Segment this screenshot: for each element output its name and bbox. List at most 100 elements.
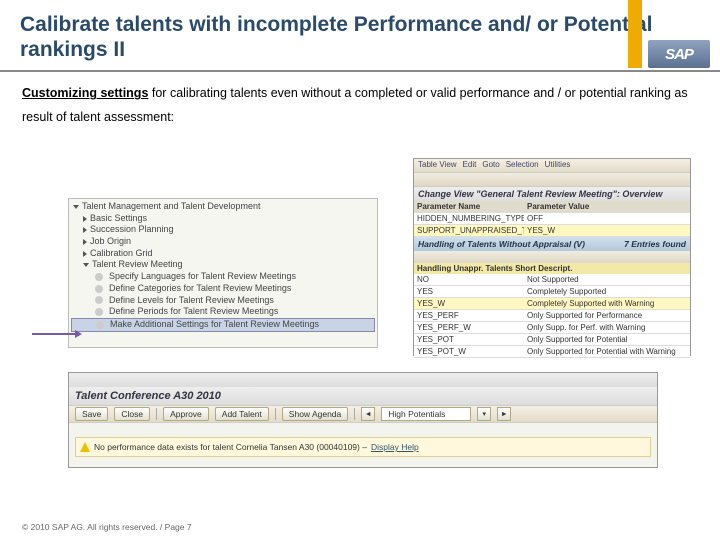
lookup-title-text: Handling of Talents Without Appraisal (V…	[418, 239, 585, 249]
tree-node[interactable]: Talent Review Meeting	[71, 259, 375, 271]
activity-icon	[96, 321, 104, 329]
slide-header: Calibrate talents with incomplete Perfor…	[0, 0, 720, 72]
grid-cell[interactable]: YES_W	[414, 298, 524, 310]
lookup-iconbar	[414, 251, 690, 263]
description-lead: Customizing settings	[22, 86, 148, 100]
tree-label: Make Additional Settings for Talent Revi…	[110, 319, 319, 331]
warning-bar: No performance data exists for talent Co…	[75, 437, 651, 457]
pointer-arrow	[32, 333, 76, 335]
grid-cell[interactable]: Completely Supported with Warning	[524, 298, 690, 310]
tree-label: Job Origin	[90, 236, 131, 248]
menu-item[interactable]: Table View	[418, 160, 457, 171]
nav-next-button[interactable]: ►	[497, 407, 511, 421]
grid-cell[interactable]: Only Supported for Performance	[524, 310, 690, 322]
grid-cell[interactable]: HIDDEN_NUMBERING_TYPE	[414, 213, 524, 225]
grid-cell[interactable]: YES_W	[524, 225, 690, 237]
toolbar-divider	[275, 408, 276, 420]
grid-cell[interactable]: NO	[414, 274, 524, 286]
grid-cell[interactable]: YES_POT	[414, 334, 524, 346]
panel-title: Change View "General Talent Review Meeti…	[414, 187, 690, 201]
tree-leaf[interactable]: Specify Languages for Talent Review Meet…	[71, 271, 375, 283]
grid-cell[interactable]: YES_PERF	[414, 310, 524, 322]
warning-text: No performance data exists for talent Co…	[94, 442, 367, 452]
collapse-icon	[83, 239, 87, 245]
lookup-grid: NONot Supported YESCompletely Supported …	[414, 274, 690, 358]
activity-icon	[95, 308, 103, 316]
grid-cell[interactable]: Only Supported for Potential with Warnin…	[524, 346, 690, 358]
tree-label: Define Periods for Talent Review Meeting…	[109, 306, 278, 318]
tree-leaf[interactable]: Define Categories for Talent Review Meet…	[71, 283, 375, 295]
dropdown-button[interactable]: ▾	[477, 407, 491, 421]
slide-body: Customizing settings for calibrating tal…	[0, 72, 720, 146]
conference-panel: Talent Conference A30 2010 Save Close Ap…	[68, 372, 658, 468]
grid-cell[interactable]: Only Supp. for Perf. with Warning	[524, 322, 690, 334]
tree-leaf[interactable]: Define Levels for Talent Review Meetings	[71, 295, 375, 307]
close-button[interactable]: Close	[114, 407, 150, 421]
brand-gold-stripe	[628, 0, 642, 68]
tree-root-label: Talent Management and Talent Development	[82, 201, 260, 213]
tree-label: Basic Settings	[90, 213, 147, 225]
tree-label: Calibration Grid	[90, 248, 153, 260]
parameter-panel: Table View Edit Goto Selection Utilities…	[413, 158, 691, 356]
lookup-banner: Handling Unappr. Talents Short Descript.	[414, 263, 690, 274]
grid-cell[interactable]: Completely Supported	[524, 286, 690, 298]
activity-icon	[95, 273, 103, 281]
lookup-title: Handling of Talents Without Appraisal (V…	[414, 237, 690, 251]
warning-help-link[interactable]: Display Help	[371, 442, 419, 452]
brand-bar: SAP	[615, 0, 720, 70]
toolbar-divider	[354, 408, 355, 420]
tree-root[interactable]: Talent Management and Talent Development	[71, 201, 375, 213]
tree-label: Succession Planning	[90, 224, 174, 236]
grid-header: Parameter Name	[414, 201, 524, 213]
save-button[interactable]: Save	[75, 407, 108, 421]
conference-iconbar	[69, 373, 657, 387]
page-title: Calibrate talents with incomplete Perfor…	[20, 12, 700, 62]
warning-icon	[80, 442, 90, 452]
tree-node[interactable]: Succession Planning	[71, 224, 375, 236]
tree-node[interactable]: Calibration Grid	[71, 248, 375, 260]
expand-icon	[83, 263, 89, 267]
grid-cell[interactable]: YES_POT_W	[414, 346, 524, 358]
description-text: Customizing settings for calibrating tal…	[22, 82, 698, 130]
lookup-count: 7 Entries found	[624, 239, 686, 249]
grid-cell[interactable]: Not Supported	[524, 274, 690, 286]
panel-menu: Table View Edit Goto Selection Utilities	[414, 159, 690, 173]
grid-cell[interactable]: Only Supported for Potential	[524, 334, 690, 346]
collapse-icon	[83, 251, 87, 257]
activity-icon	[95, 296, 103, 304]
tree-label: Define Levels for Talent Review Meetings	[109, 295, 274, 307]
tree-label: Define Categories for Talent Review Meet…	[109, 283, 291, 295]
panel-iconbar	[414, 173, 690, 187]
grid-cell[interactable]: OFF	[524, 213, 690, 225]
grid-cell[interactable]: SUPPORT_UNAPPRAISED_TALENTS	[414, 225, 524, 237]
grid-header: Parameter Value	[524, 201, 690, 213]
tree-node[interactable]: Job Origin	[71, 236, 375, 248]
category-field[interactable]: High Potentials	[381, 407, 471, 421]
tree-node[interactable]: Basic Settings	[71, 213, 375, 225]
tree-leaf[interactable]: Define Periods for Talent Review Meeting…	[71, 306, 375, 318]
footer-copyright: © 2010 SAP AG. All rights reserved. / Pa…	[22, 522, 192, 532]
tree-leaf-selected[interactable]: Make Additional Settings for Talent Revi…	[71, 318, 375, 332]
collapse-icon	[83, 216, 87, 222]
expand-icon	[73, 205, 79, 209]
toolbar-divider	[156, 408, 157, 420]
tree-label: Specify Languages for Talent Review Meet…	[109, 271, 296, 283]
sap-logo: SAP	[648, 40, 710, 68]
menu-item[interactable]: Utilities	[545, 160, 571, 171]
nav-prev-button[interactable]: ◄	[361, 407, 375, 421]
activity-icon	[95, 285, 103, 293]
menu-item[interactable]: Goto	[482, 160, 499, 171]
parameter-grid: Parameter Name Parameter Value HIDDEN_NU…	[414, 201, 690, 237]
approve-button[interactable]: Approve	[163, 407, 209, 421]
tree-label: Talent Review Meeting	[92, 259, 183, 271]
show-agenda-button[interactable]: Show Agenda	[282, 407, 348, 421]
collapse-icon	[83, 227, 87, 233]
add-talent-button[interactable]: Add Talent	[215, 407, 269, 421]
conference-title: Talent Conference A30 2010	[69, 387, 657, 405]
conference-toolbar: Save Close Approve Add Talent Show Agend…	[69, 405, 657, 423]
sap-logo-text: SAP	[665, 46, 693, 63]
grid-cell[interactable]: YES	[414, 286, 524, 298]
grid-cell[interactable]: YES_PERF_W	[414, 322, 524, 334]
menu-item[interactable]: Edit	[463, 160, 477, 171]
menu-item[interactable]: Selection	[506, 160, 539, 171]
